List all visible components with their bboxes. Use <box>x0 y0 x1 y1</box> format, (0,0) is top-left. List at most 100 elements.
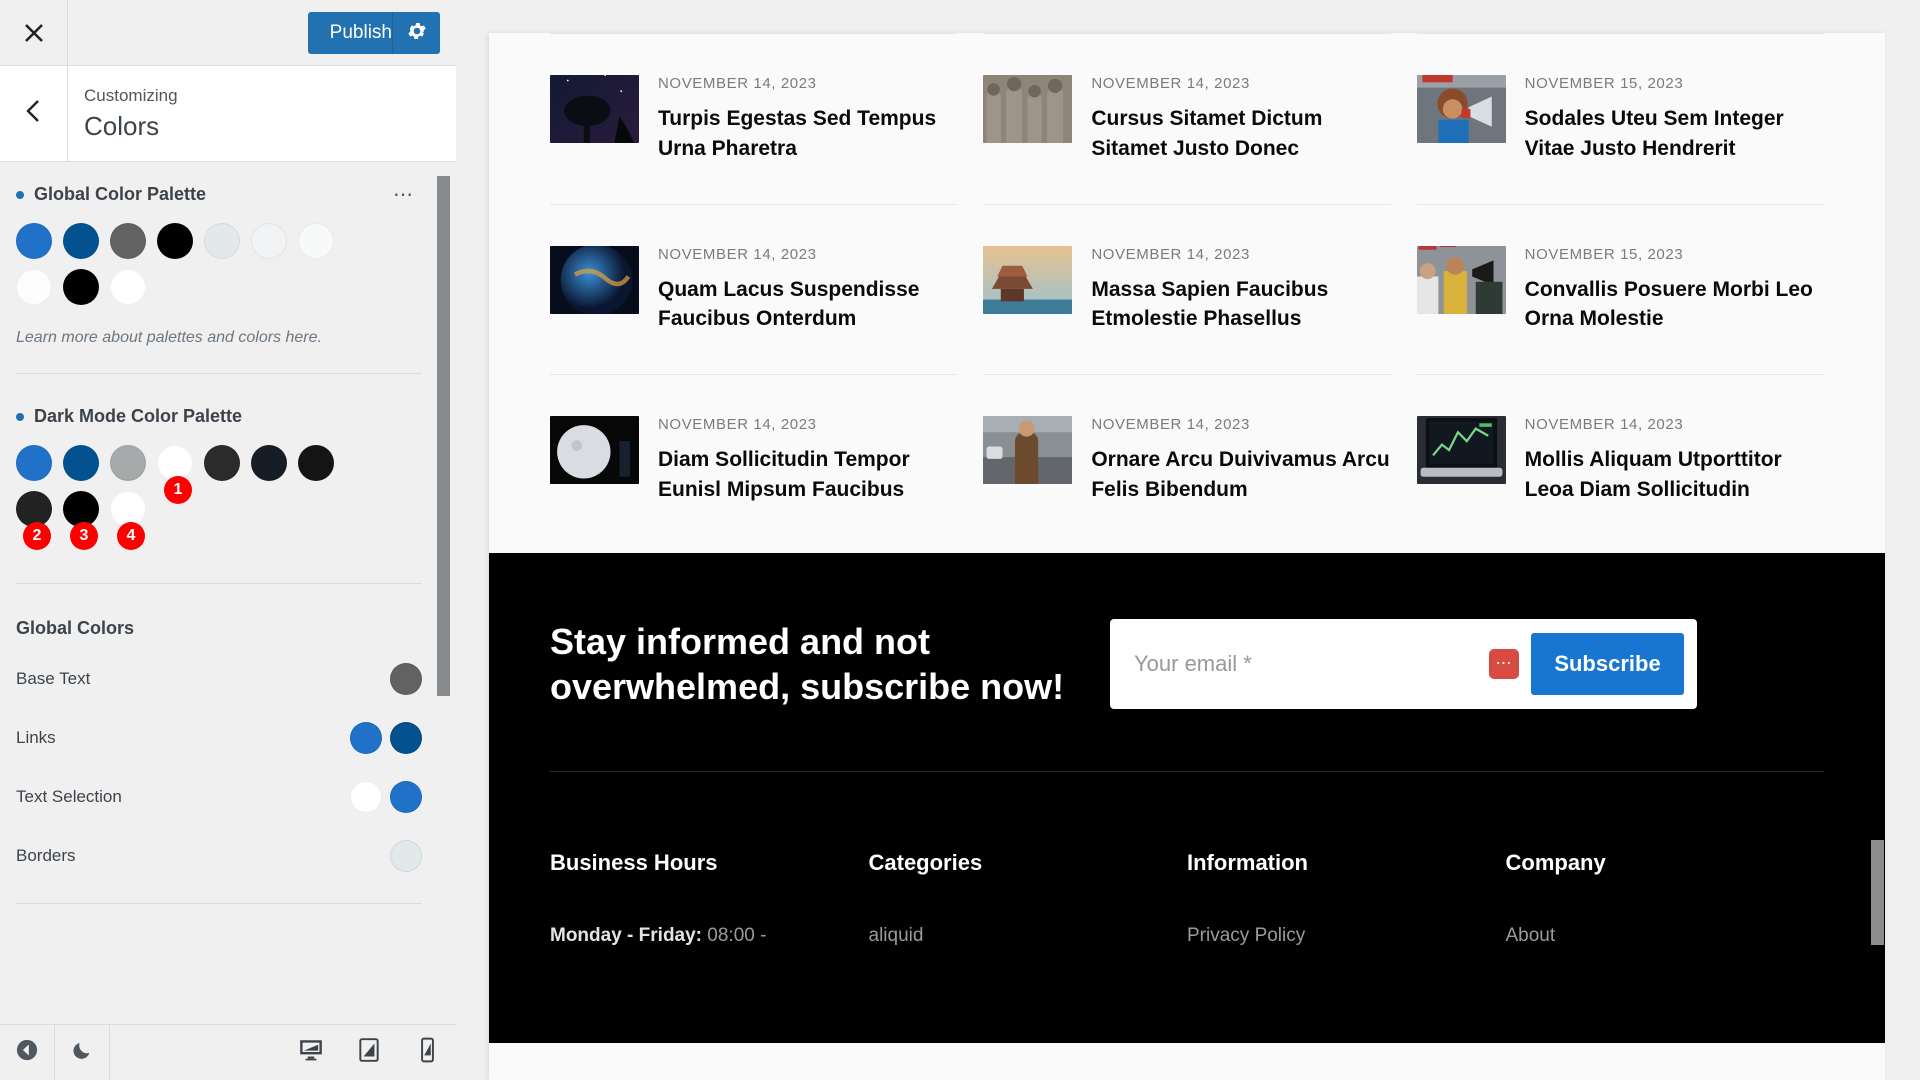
color-swatch[interactable]: 2 <box>16 491 52 550</box>
article-card[interactable]: NOVEMBER 14, 2023 Ornare Arcu Duivivamus … <box>983 374 1391 545</box>
footer-link[interactable]: Privacy Policy <box>1187 921 1506 951</box>
back-button[interactable] <box>0 66 68 161</box>
color-swatch[interactable] <box>390 662 422 695</box>
dark-mode-color-palette-section: Dark Mode Color Palette 1 234 <box>16 384 422 550</box>
article-card[interactable]: NOVEMBER 14, 2023 Massa Sapien Faucibus E… <box>983 203 1391 375</box>
article-title[interactable]: Quam Lacus Suspendisse Faucibus Onterdum <box>658 275 957 335</box>
article-thumbnail[interactable] <box>550 245 639 314</box>
color-swatch[interactable] <box>63 269 99 305</box>
article-card[interactable]: NOVEMBER 14, 2023 Diam Sollicitudin Tempo… <box>550 374 958 545</box>
mobile-preview-button[interactable] <box>398 1025 456 1080</box>
article-title[interactable]: Ornare Arcu Duivivamus Arcu Felis Bibend… <box>1091 445 1390 505</box>
article-thumbnail[interactable] <box>983 75 1073 143</box>
article-card[interactable]: NOVEMBER 15, 2023 Convallis Posuere Morbi… <box>1416 203 1824 375</box>
article-title[interactable]: Diam Sollicitudin Tempor Eunisl Mipsum F… <box>658 445 957 505</box>
color-swatch[interactable] <box>110 269 146 305</box>
article-thumbnail[interactable] <box>983 416 1073 485</box>
color-swatch[interactable] <box>298 223 334 259</box>
color-swatch[interactable] <box>157 223 193 259</box>
footer-link[interactable]: aliquid <box>869 921 1188 951</box>
color-swatch[interactable] <box>16 223 52 259</box>
dark-mode-toggle-button[interactable] <box>55 1025 110 1080</box>
global-color-swatches <box>390 662 422 695</box>
color-swatch[interactable] <box>110 223 146 259</box>
color-swatch[interactable] <box>298 445 334 481</box>
article-column: NOVEMBER 14, 2023 Cursus Sitamet Dictum S… <box>983 33 1391 545</box>
color-swatch[interactable] <box>350 780 382 813</box>
color-swatch[interactable] <box>350 721 382 754</box>
color-swatch[interactable]: 3 <box>63 491 99 550</box>
subscribe-button[interactable]: Subscribe <box>1531 632 1684 695</box>
publish-button[interactable]: Publish <box>307 11 392 54</box>
mobile-icon <box>419 1037 436 1068</box>
color-swatch[interactable] <box>390 721 422 754</box>
article-card[interactable]: NOVEMBER 14, 2023 Turpis Egestas Sed Temp… <box>550 33 958 204</box>
close-icon <box>21 20 47 46</box>
footer-column: Categories aliquid <box>869 850 1188 951</box>
article-date: NOVEMBER 15, 2023 <box>1524 75 1684 92</box>
color-swatch[interactable] <box>204 445 240 481</box>
article-text: NOVEMBER 15, 2023 Convallis Posuere Morbi… <box>1525 246 1824 335</box>
sidebar-scrollbar[interactable] <box>437 176 450 696</box>
color-swatch[interactable] <box>251 223 287 259</box>
dark-palette-title: Dark Mode Color Palette <box>34 406 243 426</box>
more-options-icon[interactable]: ⋯ <box>387 185 422 205</box>
global-color-swatches <box>350 780 422 813</box>
site-preview: NOVEMBER 14, 2023 Turpis Egestas Sed Temp… <box>489 33 1885 1080</box>
article-title[interactable]: Mollis Aliquam Utporttitor Leoa Diam Sol… <box>1525 445 1824 505</box>
article-thumbnail[interactable] <box>1416 75 1506 143</box>
tablet-preview-button[interactable] <box>340 1025 398 1080</box>
color-swatch[interactable] <box>63 445 99 481</box>
footer-spacer <box>110 1025 282 1080</box>
color-swatch[interactable] <box>390 780 422 813</box>
article-text: NOVEMBER 15, 2023 Sodales Uteu Sem Intege… <box>1525 75 1824 164</box>
color-swatch[interactable] <box>110 445 146 481</box>
color-swatch[interactable] <box>16 269 52 305</box>
breadcrumb: Customizing Colors <box>68 66 178 161</box>
email-input[interactable] <box>1134 650 1477 677</box>
article-thumbnail[interactable] <box>550 416 639 485</box>
global-color-swatches <box>390 839 422 872</box>
color-swatch[interactable] <box>63 223 99 259</box>
desktop-preview-button[interactable] <box>282 1025 340 1080</box>
article-thumbnail[interactable] <box>983 245 1073 314</box>
breadcrumb-label: Customizing <box>84 86 178 105</box>
footer-columns: Business Hours Monday - Friday: 08:00 - Ca… <box>550 772 1824 951</box>
article-card[interactable]: NOVEMBER 14, 2023 Mollis Aliquam Utportti… <box>1416 374 1824 545</box>
color-swatch[interactable]: 1 <box>157 445 193 504</box>
color-swatch[interactable]: 4 <box>110 491 146 550</box>
footer-link[interactable]: About <box>1506 921 1825 951</box>
article-title[interactable]: Sodales Uteu Sem Integer Vitae Justo Hen… <box>1525 104 1824 164</box>
publish-settings-button[interactable] <box>392 11 440 54</box>
article-thumbnail[interactable] <box>550 75 639 143</box>
color-swatch[interactable] <box>390 839 422 872</box>
article-text: NOVEMBER 14, 2023 Cursus Sitamet Dictum S… <box>1091 75 1390 164</box>
modified-dot-icon <box>16 413 24 421</box>
article-card[interactable]: NOVEMBER 14, 2023 Cursus Sitamet Dictum S… <box>983 33 1391 204</box>
article-title[interactable]: Turpis Egestas Sed Tempus Urna Pharetra <box>658 104 957 164</box>
lastpass-icon[interactable]: ⋯ <box>1489 648 1519 679</box>
color-swatch[interactable] <box>204 223 240 259</box>
global-colors-title: Global Colors <box>16 618 135 638</box>
color-swatch[interactable] <box>251 445 287 481</box>
collapse-sidebar-button[interactable] <box>0 1025 55 1080</box>
footer-column: Information Privacy Policy <box>1187 850 1506 951</box>
subscribe-form: ⋯ Subscribe <box>1110 618 1697 709</box>
article-title[interactable]: Massa Sapien Faucibus Etmolestie Phasell… <box>1091 275 1390 335</box>
article-text: NOVEMBER 14, 2023 Diam Sollicitudin Tempo… <box>658 416 957 505</box>
article-title[interactable]: Convallis Posuere Morbi Leo Orna Molesti… <box>1525 275 1824 335</box>
footer-column-title: Categories <box>868 849 983 875</box>
article-title[interactable]: Cursus Sitamet Dictum Sitamet Justo Done… <box>1091 104 1390 164</box>
article-thumbnail[interactable] <box>1416 416 1506 485</box>
preview-scrollbar[interactable] <box>1871 840 1884 945</box>
global-palette-swatches <box>16 223 346 305</box>
article-card[interactable]: NOVEMBER 14, 2023 Quam Lacus Suspendisse … <box>550 203 958 375</box>
article-thumbnail[interactable] <box>1416 245 1506 314</box>
close-customizer-button[interactable] <box>0 0 68 65</box>
subscribe-block: Stay informed and not overwhelmed, subsc… <box>550 553 1824 771</box>
color-swatch[interactable] <box>16 445 52 481</box>
footer-link[interactable]: Monday - Friday: 08:00 - <box>550 921 869 951</box>
article-card[interactable]: NOVEMBER 15, 2023 Sodales Uteu Sem Intege… <box>1416 33 1824 204</box>
article-column: NOVEMBER 14, 2023 Turpis Egestas Sed Temp… <box>550 33 958 545</box>
global-color-label: Borders <box>16 845 76 865</box>
